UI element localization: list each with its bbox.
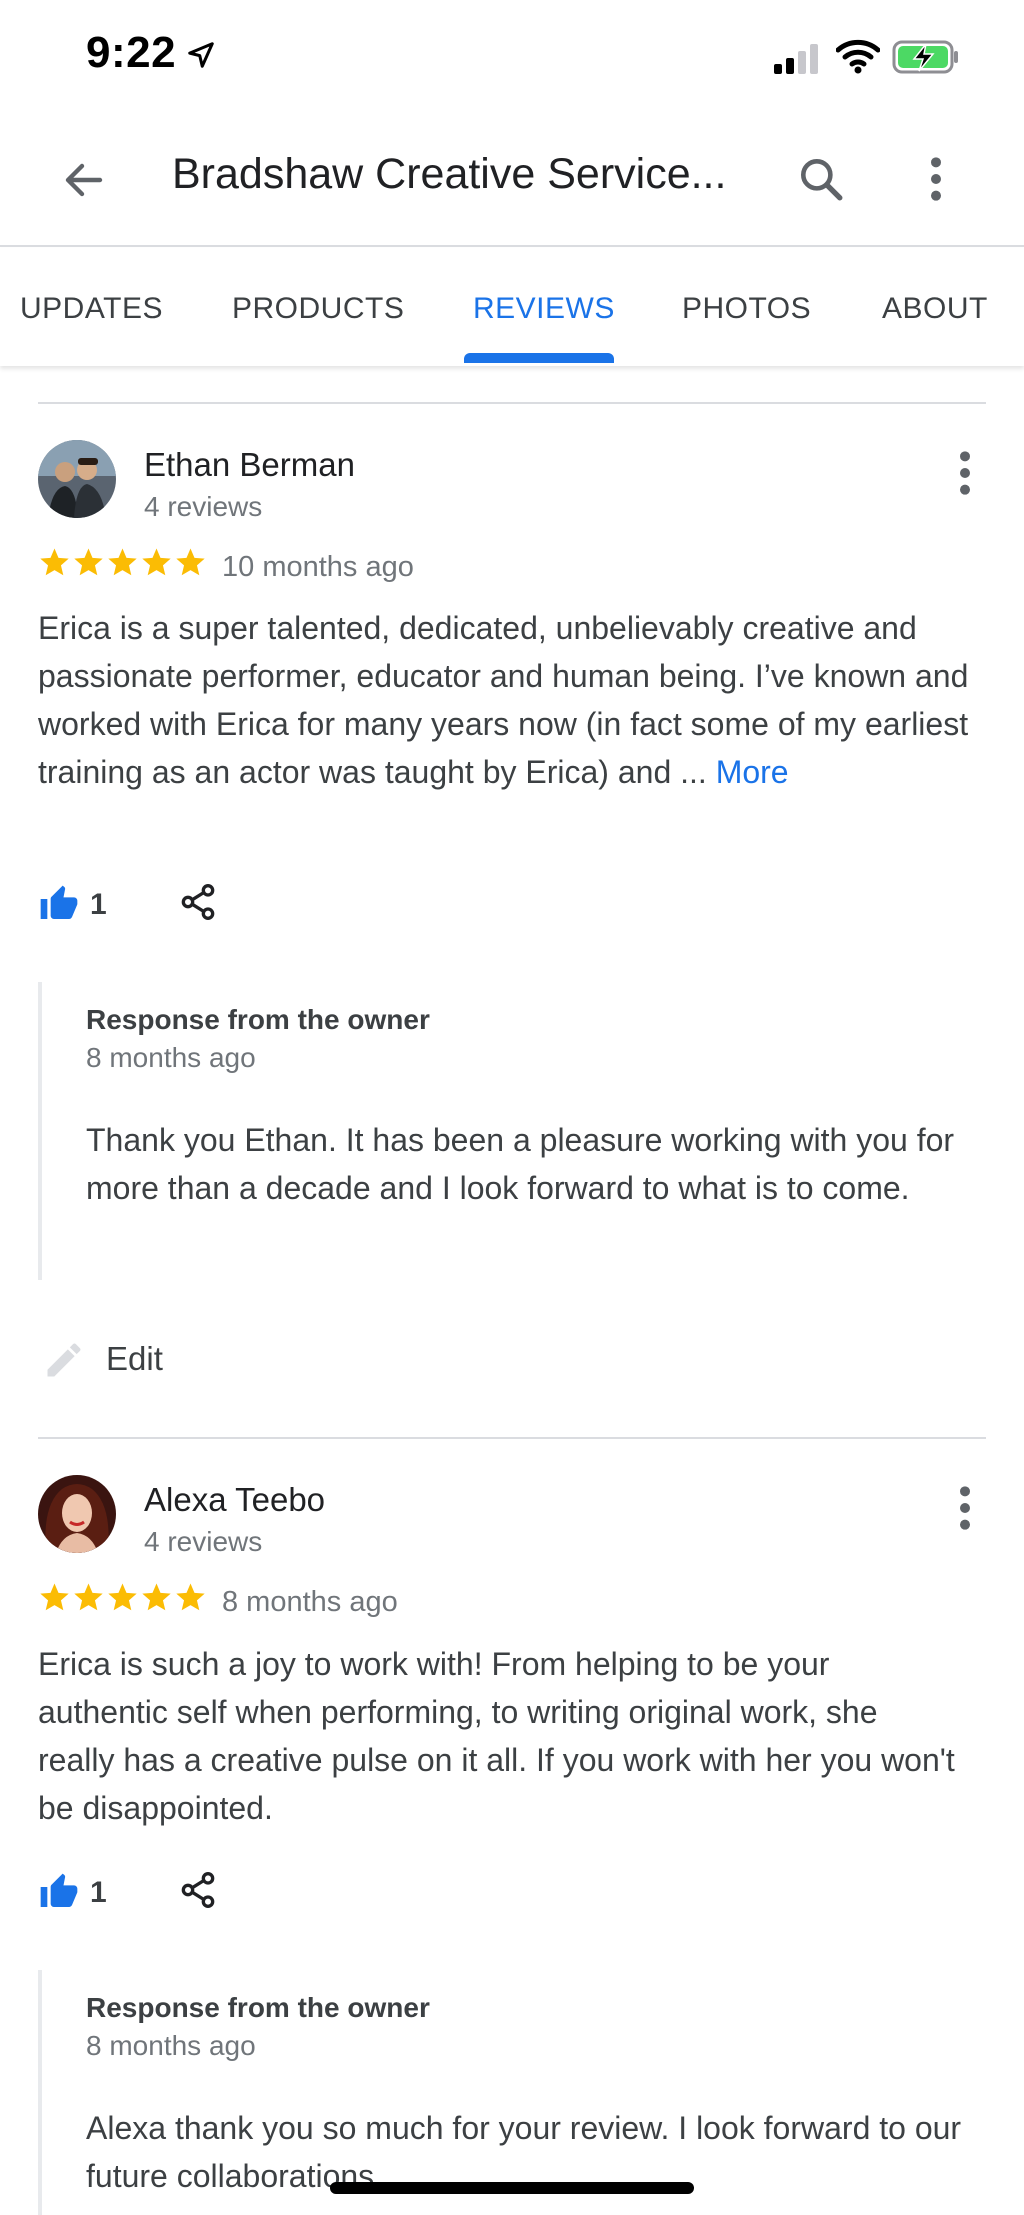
home-indicator (330, 2182, 694, 2194)
more-link[interactable]: More (716, 754, 789, 790)
star-icon (40, 1583, 69, 1611)
avatar[interactable] (38, 1475, 116, 1553)
star-icon (142, 548, 171, 576)
app-bar: Bradshaw Creative Service... (0, 110, 1024, 247)
owner-response-label: Response from the owner (86, 1004, 430, 1035)
owner-response: Response from the owner 8 months ago Tha… (38, 982, 988, 1280)
tab-updates[interactable]: UPDATES (20, 292, 163, 326)
divider (38, 402, 986, 404)
star-icon (108, 1583, 137, 1611)
owner-response: Response from the owner 8 months ago Ale… (38, 1970, 988, 2215)
review-body: Erica is a super talented, dedicated, un… (38, 610, 969, 790)
pencil-icon (47, 1343, 81, 1377)
review-date: 8 months ago (222, 1586, 398, 1618)
owner-response-text: Thank you Ethan. It has been a pleasure … (86, 1122, 955, 1206)
reviewer-photo (38, 440, 116, 518)
reviewer-review-count: 4 reviews (144, 491, 263, 522)
review-text: Erica is such a joy to work with! From h… (38, 1646, 955, 1826)
like-count: 1 (90, 1876, 107, 1909)
edit-label: Edit (106, 1340, 163, 1377)
owner-response-date: 8 months ago (86, 1042, 256, 1073)
star-icon (142, 1583, 171, 1611)
wifi-icon (836, 39, 880, 74)
star-icon (176, 1583, 205, 1611)
avatar[interactable] (38, 440, 116, 518)
star-icon (176, 548, 205, 576)
battery-charging-icon (892, 40, 958, 74)
active-tab-indicator (464, 353, 614, 363)
review-date: 10 months ago (222, 551, 414, 583)
review-more-icon[interactable] (950, 448, 980, 498)
tab-products[interactable]: PRODUCTS (232, 292, 404, 326)
reviewer-photo (38, 1475, 116, 1553)
tab-photos[interactable]: PHOTOS (682, 292, 811, 326)
star-icon (108, 548, 137, 576)
edit-response-button[interactable]: Edit (38, 1332, 198, 1388)
star-rating (38, 546, 207, 582)
location-arrow-icon (188, 42, 214, 68)
review-more-icon[interactable] (950, 1483, 980, 1533)
like-count: 1 (90, 888, 107, 921)
cellular-signal-icon (774, 44, 818, 74)
star-icon (74, 548, 103, 576)
review-text: Erica is a super talented, dedicated, un… (38, 604, 988, 796)
more-vert-icon[interactable] (918, 154, 954, 204)
reviewer-name[interactable]: Alexa Teebo (144, 1481, 325, 1519)
status-bar: 9:22 (0, 0, 1024, 110)
tab-about[interactable]: ABOUT (882, 292, 988, 326)
tab-reviews[interactable]: REVIEWS (473, 292, 615, 326)
share-icon[interactable] (178, 882, 218, 922)
back-arrow-icon[interactable] (60, 156, 108, 204)
thumbs-up-icon[interactable] (38, 1872, 80, 1912)
star-icon (74, 1583, 103, 1611)
share-icon[interactable] (178, 1870, 218, 1910)
star-rating (38, 1581, 207, 1617)
tab-bar: UPDATES PRODUCTS REVIEWS PHOTOS ABOUT (0, 248, 1024, 366)
reviewer-review-count: 4 reviews (144, 1526, 263, 1557)
owner-response-label: Response from the owner (86, 1992, 430, 2023)
star-icon (40, 548, 69, 576)
thumbs-up-icon[interactable] (38, 884, 80, 924)
reviewer-name[interactable]: Ethan Berman (144, 446, 355, 484)
app-title: Bradshaw Creative Service... (172, 150, 727, 198)
search-icon[interactable] (796, 154, 846, 204)
owner-response-date: 8 months ago (86, 2030, 256, 2061)
status-time: 9:22 (86, 28, 177, 77)
divider (38, 1437, 986, 1439)
